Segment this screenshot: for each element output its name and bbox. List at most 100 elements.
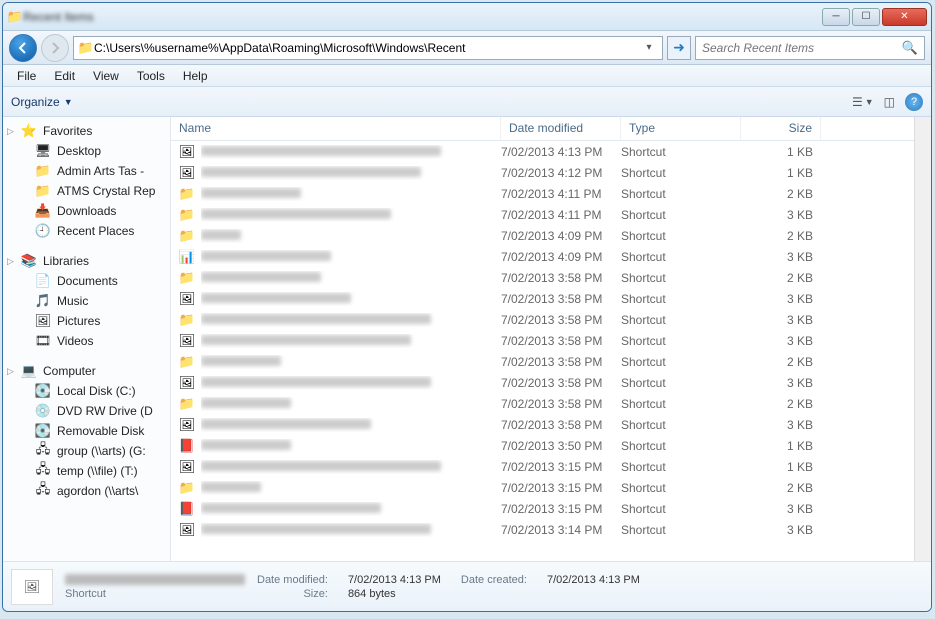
file-name — [201, 313, 501, 327]
sidebar-item[interactable]: 💽Removable Disk — [3, 421, 170, 441]
pdf-icon: 📕 — [179, 501, 195, 517]
file-row[interactable]: 📁7/02/2013 3:58 PMShortcut3 KB — [171, 309, 914, 330]
file-name — [201, 229, 501, 243]
computer-header[interactable]: ▷ 💻 Computer — [3, 361, 170, 381]
details-pane: 🖼 Shortcut Date modified: 7/02/2013 4:13… — [3, 561, 931, 611]
recent-icon: 🕘 — [35, 223, 51, 239]
file-row[interactable]: 📊7/02/2013 4:09 PMShortcut3 KB — [171, 246, 914, 267]
sidebar-item[interactable]: 🖼Pictures — [3, 311, 170, 331]
sidebar-item-label: Documents — [57, 274, 118, 288]
file-type: Shortcut — [621, 355, 741, 369]
column-size[interactable]: Size — [741, 117, 821, 140]
libraries-header[interactable]: ▷ 📚 Libraries — [3, 251, 170, 271]
forward-button[interactable] — [41, 34, 69, 62]
sidebar-item[interactable]: 🖥Desktop — [3, 141, 170, 161]
menu-edit[interactable]: Edit — [46, 67, 83, 85]
menu-bar: File Edit View Tools Help — [3, 65, 931, 87]
collapse-icon[interactable]: ▷ — [7, 366, 14, 377]
menu-file[interactable]: File — [9, 67, 44, 85]
help-button[interactable]: ? — [905, 93, 923, 111]
titlebar[interactable]: 📁 Recent Items ─ ☐ ✕ — [3, 3, 931, 31]
search-box[interactable]: 🔍 — [695, 36, 925, 60]
sidebar-item[interactable]: 💽Local Disk (C:) — [3, 381, 170, 401]
file-size: 2 KB — [741, 355, 821, 369]
back-button[interactable] — [9, 34, 37, 62]
file-row[interactable]: 🖼7/02/2013 4:13 PMShortcut1 KB — [171, 141, 914, 162]
sidebar-item[interactable]: 🎞Videos — [3, 331, 170, 351]
file-row[interactable]: 🖼7/02/2013 4:12 PMShortcut1 KB — [171, 162, 914, 183]
file-row[interactable]: 📁7/02/2013 3:15 PMShortcut2 KB — [171, 477, 914, 498]
file-name — [201, 481, 501, 495]
file-size: 2 KB — [741, 229, 821, 243]
file-row[interactable]: 🖼7/02/2013 3:58 PMShortcut3 KB — [171, 414, 914, 435]
file-row[interactable]: 🖼7/02/2013 3:58 PMShortcut3 KB — [171, 330, 914, 351]
sidebar-item[interactable]: 📁Admin Arts Tas - — [3, 161, 170, 181]
file-list[interactable]: 🖼7/02/2013 4:13 PMShortcut1 KB🖼7/02/2013… — [171, 141, 914, 561]
vertical-scrollbar[interactable] — [914, 117, 931, 561]
file-type: Shortcut — [621, 271, 741, 285]
file-size: 3 KB — [741, 313, 821, 327]
organize-button[interactable]: Organize ▼ — [11, 95, 73, 109]
column-name[interactable]: Name — [171, 117, 501, 140]
file-row[interactable]: 📁7/02/2013 3:58 PMShortcut2 KB — [171, 351, 914, 372]
menu-tools[interactable]: Tools — [129, 67, 173, 85]
preview-pane-button[interactable]: ◫ — [884, 95, 895, 109]
favorites-label: Favorites — [43, 124, 92, 138]
sidebar-item[interactable]: 💿DVD RW Drive (D — [3, 401, 170, 421]
file-row[interactable]: 🖼7/02/2013 3:58 PMShortcut3 KB — [171, 372, 914, 393]
folder-icon: 📁 — [179, 480, 195, 496]
navigation-pane[interactable]: ▷ ⭐ Favorites 🖥Desktop📁Admin Arts Tas -📁… — [3, 117, 171, 561]
file-type: Shortcut — [621, 313, 741, 327]
maximize-button[interactable]: ☐ — [852, 8, 880, 26]
sidebar-item[interactable]: 🕘Recent Places — [3, 221, 170, 241]
sidebar-item[interactable]: 📁ATMS Crystal Rep — [3, 181, 170, 201]
favorites-group: ▷ ⭐ Favorites 🖥Desktop📁Admin Arts Tas -📁… — [3, 121, 170, 241]
file-row[interactable]: 🖼7/02/2013 3:58 PMShortcut3 KB — [171, 288, 914, 309]
close-button[interactable]: ✕ — [882, 8, 927, 26]
column-headers[interactable]: Name Date modified Type Size — [171, 117, 914, 141]
sidebar-item-label: DVD RW Drive (D — [57, 404, 153, 418]
column-type[interactable]: Type — [621, 117, 741, 140]
file-row[interactable]: 📁7/02/2013 4:11 PMShortcut2 KB — [171, 183, 914, 204]
collapse-icon[interactable]: ▷ — [7, 126, 14, 137]
column-date[interactable]: Date modified — [501, 117, 621, 140]
sidebar-item[interactable]: 🖧agordon (\\arts\ — [3, 481, 170, 501]
sidebar-item[interactable]: 📄Documents — [3, 271, 170, 291]
search-icon[interactable]: 🔍 — [902, 40, 918, 56]
search-input[interactable] — [702, 41, 902, 55]
address-bar[interactable]: 📁 C:\Users\%username%\AppData\Roaming\Mi… — [73, 36, 663, 60]
desktop-icon: 🖥 — [35, 143, 51, 159]
file-row[interactable]: 📕7/02/2013 3:50 PMShortcut1 KB — [171, 435, 914, 456]
favorites-header[interactable]: ▷ ⭐ Favorites — [3, 121, 170, 141]
file-row[interactable]: 📁7/02/2013 4:09 PMShortcut2 KB — [171, 225, 914, 246]
sidebar-item[interactable]: 🖧group (\\arts) (G: — [3, 441, 170, 461]
img-icon: 🖼 — [179, 522, 195, 538]
img-icon: 🖼 — [179, 291, 195, 307]
file-row[interactable]: 📁7/02/2013 3:58 PMShortcut2 KB — [171, 393, 914, 414]
file-row[interactable]: 🖼7/02/2013 3:14 PMShortcut3 KB — [171, 519, 914, 540]
minimize-button[interactable]: ─ — [822, 8, 850, 26]
file-date: 7/02/2013 4:13 PM — [501, 145, 621, 159]
file-row[interactable]: 🖼7/02/2013 3:15 PMShortcut1 KB — [171, 456, 914, 477]
file-name — [201, 208, 501, 222]
menu-view[interactable]: View — [85, 67, 127, 85]
sidebar-item[interactable]: 📥Downloads — [3, 201, 170, 221]
file-row[interactable]: 📕7/02/2013 3:15 PMShortcut3 KB — [171, 498, 914, 519]
menu-help[interactable]: Help — [175, 67, 216, 85]
file-date: 7/02/2013 4:11 PM — [501, 187, 621, 201]
file-row[interactable]: 📁7/02/2013 3:58 PMShortcut2 KB — [171, 267, 914, 288]
go-button[interactable]: ➜ — [667, 36, 691, 60]
collapse-icon[interactable]: ▷ — [7, 256, 14, 267]
address-dropdown[interactable]: ▾ — [640, 42, 658, 53]
sidebar-item[interactable]: 🖧temp (\\file) (T:) — [3, 461, 170, 481]
file-type: Shortcut — [621, 208, 741, 222]
view-mode-button[interactable]: ☰ ▼ — [852, 95, 874, 109]
file-size: 1 KB — [741, 439, 821, 453]
file-row[interactable]: 📁7/02/2013 4:11 PMShortcut3 KB — [171, 204, 914, 225]
sidebar-item[interactable]: 🎵Music — [3, 291, 170, 311]
img-icon: 🖼 — [179, 417, 195, 433]
file-type: Shortcut — [621, 397, 741, 411]
selected-type: Shortcut — [65, 588, 245, 600]
file-date: 7/02/2013 4:12 PM — [501, 166, 621, 180]
file-date: 7/02/2013 3:15 PM — [501, 502, 621, 516]
